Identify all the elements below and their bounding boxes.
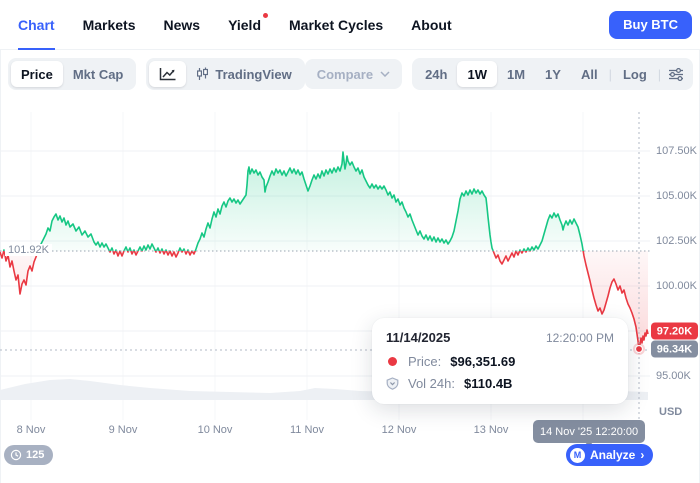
chart-tooltip: 11/14/2025 12:20:00 PM Price: $96,351.69… <box>372 318 628 404</box>
cursor-date-badge: 14 Nov '25 12:20:00 <box>533 420 645 443</box>
clock-history-icon <box>10 449 22 461</box>
reference-price-label: 101.92K <box>5 244 52 256</box>
x-tick-label: 10 Nov <box>198 424 233 436</box>
y-tick-label: 95.00K <box>656 370 691 382</box>
nav-item-label: Yield <box>228 17 261 33</box>
analyze-label: Analyze <box>590 448 635 462</box>
log-scale-button[interactable]: Log <box>613 61 657 87</box>
x-tick-label: 9 Nov <box>109 424 138 436</box>
nav-item-label: News <box>163 17 200 33</box>
tooltip-price-label: Price: <box>408 354 441 369</box>
x-tick-label: 11 Nov <box>290 424 324 436</box>
top-nav: Chart Markets News Yield Market Cycles A… <box>0 0 700 50</box>
nav-item-market-cycles[interactable]: Market Cycles <box>289 0 383 50</box>
line-chart-icon <box>159 67 176 81</box>
metric-toggle-group: Price Mkt Cap <box>8 58 136 90</box>
chevron-down-icon <box>380 71 390 77</box>
nav-item-yield[interactable]: Yield <box>228 0 261 50</box>
y-tick-label: 105.00K <box>656 190 697 202</box>
nav-item-label: Market Cycles <box>289 17 383 33</box>
compare-label: Compare <box>317 67 373 82</box>
x-tick-label: 13 Nov <box>474 424 509 436</box>
chevron-right-icon: › <box>640 448 644 462</box>
nav-item-label: Markets <box>83 17 136 33</box>
x-tick-label: 12 Nov <box>382 424 417 436</box>
chart-settings-button[interactable] <box>662 61 690 87</box>
nav-item-markets[interactable]: Markets <box>83 0 136 50</box>
range-all-button[interactable]: All <box>571 61 608 87</box>
tooltip-volume-label: Vol 24h: <box>408 376 455 391</box>
nav-item-label: About <box>411 17 451 33</box>
price-toggle[interactable]: Price <box>11 61 63 87</box>
candlestick-icon <box>196 67 209 81</box>
buy-btc-button[interactable]: Buy BTC <box>609 11 692 39</box>
tooltip-volume-value: $110.4B <box>464 376 512 391</box>
nav-item-news[interactable]: News <box>163 0 200 50</box>
tooltip-price-value: $96,351.69 <box>450 354 515 369</box>
nav-item-label: Chart <box>18 17 55 33</box>
compare-dropdown[interactable]: Compare <box>305 59 402 89</box>
analyze-logo-icon: M <box>570 448 585 463</box>
nav-item-about[interactable]: About <box>411 0 451 50</box>
price-series-dot-icon <box>386 357 399 366</box>
tooltip-volume-row: Vol 24h: $110.4B <box>386 376 614 391</box>
y-tick-label: 102.50K <box>656 235 697 247</box>
nav-item-chart[interactable]: Chart <box>18 0 55 50</box>
analyze-button[interactable]: M Analyze › <box>566 444 653 466</box>
tooltip-price-row: Price: $96,351.69 <box>386 354 614 369</box>
range-toggle-group: 24h 1W 1M 1Y All | Log | <box>412 58 693 90</box>
range-1w-button[interactable]: 1W <box>457 61 497 87</box>
history-count-pill[interactable]: 125 <box>4 445 53 465</box>
range-1y-button[interactable]: 1Y <box>535 61 571 87</box>
chart-type-toggle-group: TradingView <box>146 58 304 90</box>
tradingview-toggle[interactable]: TradingView <box>186 61 301 87</box>
y-tick-label: 107.50K <box>656 145 697 157</box>
range-24h-button[interactable]: 24h <box>415 61 457 87</box>
line-chart-toggle[interactable] <box>149 61 186 87</box>
currency-label: USD <box>659 406 682 418</box>
sliders-icon <box>668 68 684 81</box>
app-window: Chart Markets News Yield Market Cycles A… <box>0 0 700 483</box>
y-tick-label: 100.00K <box>656 280 697 292</box>
volume-shield-icon <box>386 377 399 390</box>
mktcap-toggle[interactable]: Mkt Cap <box>63 61 134 87</box>
tooltip-date: 11/14/2025 <box>386 330 450 345</box>
x-tick-label: 8 Nov <box>17 424 46 436</box>
cursor-price-badge: 96.34K <box>651 341 698 358</box>
notification-dot-icon <box>263 13 268 18</box>
live-price-badge: 97.20K <box>651 323 698 340</box>
chart-toolbar: Price Mkt Cap <box>8 58 692 90</box>
tooltip-time: 12:20:00 PM <box>546 331 614 345</box>
tooltip-header: 11/14/2025 12:20:00 PM <box>386 330 614 345</box>
history-count: 125 <box>26 449 44 461</box>
tradingview-label: TradingView <box>215 67 291 82</box>
range-1m-button[interactable]: 1M <box>497 61 535 87</box>
